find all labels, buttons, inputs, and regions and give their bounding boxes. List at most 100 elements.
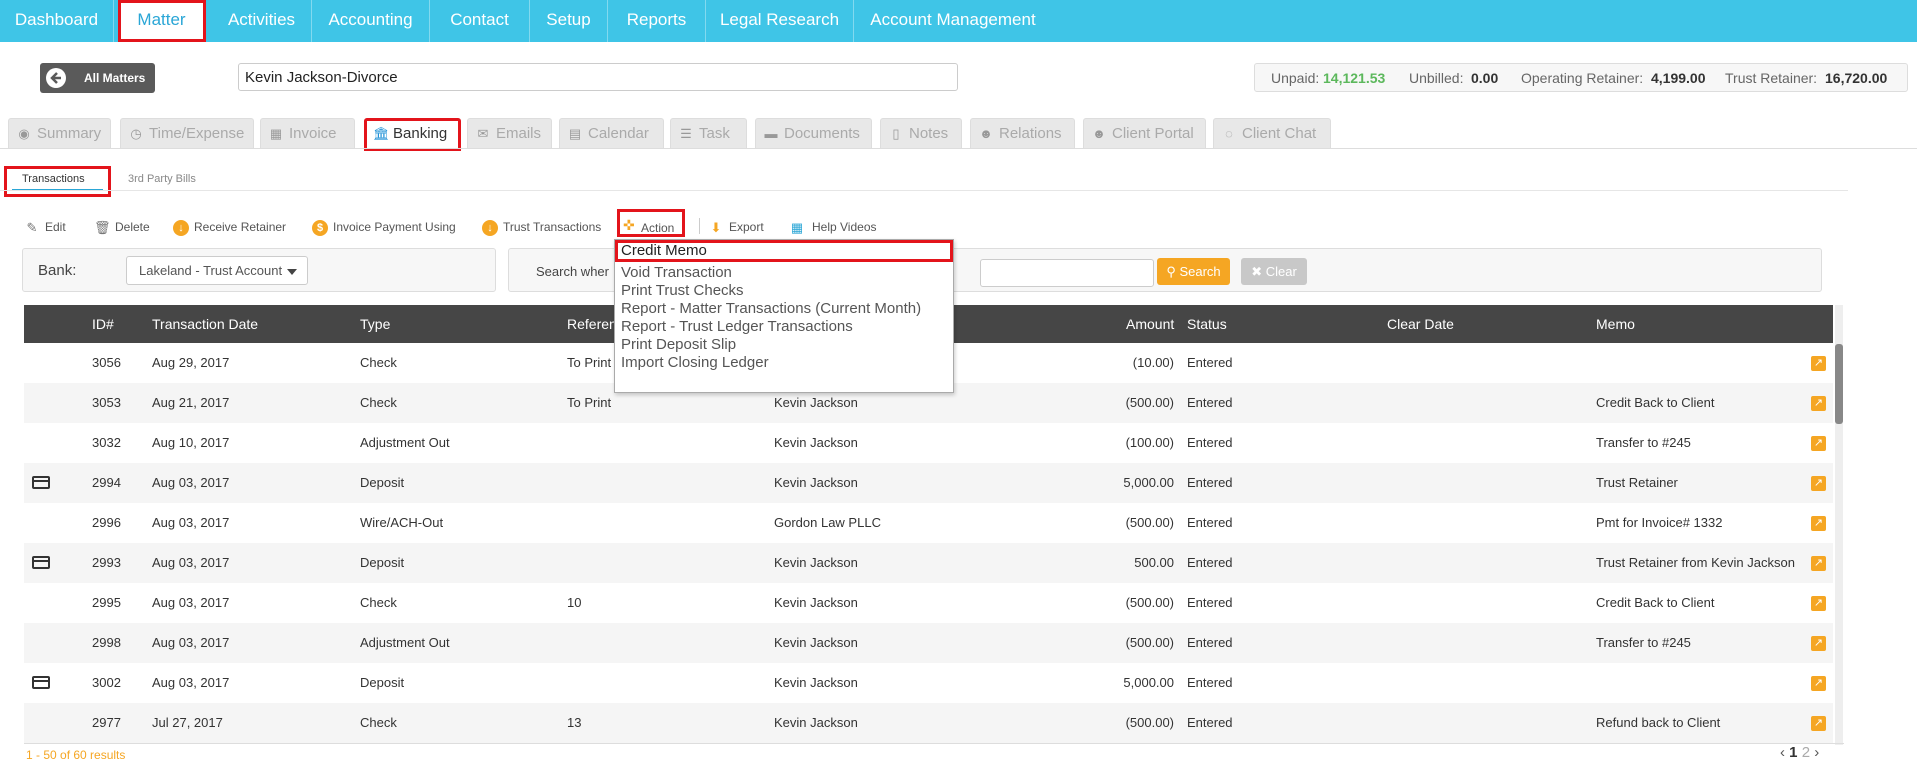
clear-button-label: Clear [1265, 264, 1297, 279]
tab-time-expense[interactable]: ◷ Time/Expense [120, 118, 254, 148]
external-link-icon[interactable]: ↗ [1811, 676, 1826, 691]
action-button[interactable]: ✜ Action [617, 209, 685, 237]
col-clear-date[interactable]: Clear Date [1387, 305, 1454, 343]
edit-button[interactable]: ✎ Edit [24, 217, 66, 237]
table-row[interactable]: 2994 Aug 03, 2017 Deposit Kevin Jackson 5,00… [24, 463, 1833, 503]
nav-reports[interactable]: Reports [608, 0, 706, 42]
cell-type: Check [360, 595, 397, 610]
external-link-icon[interactable]: ↗ [1811, 636, 1826, 651]
external-link-icon[interactable]: ↗ [1811, 476, 1826, 491]
cell-reference: 10 [567, 595, 582, 610]
external-link-icon[interactable]: ↗ [1811, 596, 1826, 611]
tab-notes[interactable]: ▯ Notes [880, 118, 962, 148]
chat-icon: ◌ [1225, 126, 1233, 141]
matter-name-field[interactable]: Kevin Jackson-Divorce [238, 63, 958, 91]
col-id[interactable]: ID# [92, 305, 114, 343]
nav-contact[interactable]: Contact [430, 0, 530, 42]
tab-relations[interactable]: ☻ Relations [970, 118, 1075, 148]
nav-setup[interactable]: Setup [530, 0, 608, 42]
external-link-icon[interactable]: ↗ [1811, 516, 1826, 531]
tab-banking[interactable]: 🏛 Banking [364, 118, 461, 151]
external-link-icon[interactable]: ↗ [1811, 716, 1826, 731]
cell-date: Aug 03, 2017 [152, 555, 230, 570]
action-dropdown-menu: Credit Memo Void Transaction Print Trust… [614, 239, 954, 393]
invoice-payment-button[interactable]: $ Invoice Payment Using [312, 217, 456, 237]
tab-summary[interactable]: ◉ Summary [8, 118, 111, 148]
tab-summary-label: Summary [37, 125, 102, 142]
next-page-icon[interactable]: › [1814, 744, 1819, 761]
nav-legal-research[interactable]: Legal Research [706, 0, 854, 42]
subtab-3rd-party-bills[interactable]: 3rd Party Bills [128, 173, 196, 185]
col-reference[interactable]: Referen [567, 305, 617, 343]
cell-status: Entered [1187, 475, 1233, 490]
page-next[interactable]: 2 [1802, 744, 1810, 761]
tab-client-chat[interactable]: ◌ Client Chat [1213, 118, 1331, 148]
cell-memo: Transfer to #245 [1596, 435, 1691, 450]
nav-matter[interactable]: Matter [118, 0, 206, 42]
nav-activities[interactable]: Activities [212, 0, 312, 42]
page-current[interactable]: 1 [1789, 744, 1797, 761]
external-link-icon[interactable]: ↗ [1811, 436, 1826, 451]
cell-date: Jul 27, 2017 [152, 715, 223, 730]
cell-amount: (500.00) [1125, 515, 1174, 530]
col-amount[interactable]: Amount [1126, 305, 1174, 343]
col-status[interactable]: Status [1187, 305, 1227, 343]
table-row[interactable]: 2995 Aug 03, 2017 Check 10 Kevin Jackson (500… [24, 583, 1833, 623]
cell-status: Entered [1187, 635, 1233, 650]
table-row[interactable]: 2977 Jul 27, 2017 Check 13 Kevin Jackson (500… [24, 703, 1833, 743]
external-link-icon[interactable]: ↗ [1811, 556, 1826, 571]
all-matters-button[interactable]: All Matters [40, 63, 155, 93]
tab-client-portal[interactable]: ☻ Client Portal [1083, 118, 1206, 148]
top-navigation: Dashboard Matter Activities Accounting C… [0, 0, 1917, 42]
balance-summary: Unpaid: 14,121.53 Unbilled: 0.00 Operati… [1254, 63, 1908, 92]
tab-task[interactable]: ☰ Task [670, 118, 747, 148]
col-type[interactable]: Type [360, 305, 390, 343]
cell-amount: 5,000.00 [1123, 675, 1174, 690]
tab-emails[interactable]: ✉ Emails [467, 118, 552, 148]
nav-account-management[interactable]: Account Management [854, 0, 1052, 42]
tab-calendar[interactable]: ▤ Calendar [559, 118, 664, 148]
cell-amount: (100.00) [1125, 435, 1174, 450]
table-row[interactable]: 3002 Aug 03, 2017 Deposit Kevin Jackson 5,00… [24, 663, 1833, 703]
delete-button[interactable]: 🗑 Delete [94, 217, 150, 237]
help-videos-label: Help Videos [812, 220, 877, 234]
calculator-icon: ▦ [269, 126, 283, 141]
cell-reference: 13 [567, 715, 582, 730]
cell-id: 2977 [92, 715, 121, 730]
external-link-icon[interactable]: ↗ [1811, 396, 1826, 411]
tab-invoice[interactable]: ▦ Invoice [260, 118, 355, 148]
col-transaction-date[interactable]: Transaction Date [152, 305, 258, 343]
tab-documents[interactable]: ▬ Documents [755, 118, 872, 148]
nav-accounting[interactable]: Accounting [312, 0, 430, 42]
tab-client-portal-label: Client Portal [1112, 125, 1194, 142]
bank-select[interactable]: Lakeland - Trust Account [126, 256, 308, 285]
cell-type: Check [360, 715, 397, 730]
export-button[interactable]: ⬇ Export [708, 217, 764, 237]
subtab-transactions[interactable]: Transactions [4, 166, 111, 197]
scrollbar-thumb[interactable] [1835, 344, 1843, 424]
cell-id: 3056 [92, 355, 121, 370]
cell-id: 2995 [92, 595, 121, 610]
cell-type: Check [360, 355, 397, 370]
user-group-icon: ☻ [1092, 126, 1106, 141]
search-button[interactable]: ⚲ Search [1157, 258, 1230, 285]
search-input[interactable] [980, 259, 1154, 287]
table-row[interactable]: 2993 Aug 03, 2017 Deposit Kevin Jackson 500.… [24, 543, 1833, 583]
col-memo[interactable]: Memo [1596, 305, 1635, 343]
trust-transactions-button[interactable]: ↓ Trust Transactions [482, 217, 601, 237]
menu-item-credit-memo[interactable]: Credit Memo [615, 240, 953, 262]
prev-page-icon[interactable]: ‹ [1780, 744, 1785, 761]
table-row[interactable]: 2998 Aug 03, 2017 Adjustment Out Kevin Jack… [24, 623, 1833, 663]
clear-button[interactable]: ✖ Clear [1241, 258, 1307, 285]
table-row[interactable]: 2996 Aug 03, 2017 Wire/ACH-Out Gordon Law P… [24, 503, 1833, 543]
help-videos-button[interactable]: ▦ Help Videos [787, 217, 877, 237]
nav-dashboard[interactable]: Dashboard [0, 0, 114, 42]
menu-item-import-closing-ledger[interactable]: Import Closing Ledger [621, 352, 769, 374]
tab-time-expense-label: Time/Expense [149, 125, 245, 142]
users-icon: ☻ [979, 126, 993, 141]
external-link-icon[interactable]: ↗ [1811, 356, 1826, 371]
cell-id: 3032 [92, 435, 121, 450]
receive-retainer-button[interactable]: ↓ Receive Retainer [173, 217, 286, 237]
table-row[interactable]: 3032 Aug 10, 2017 Adjustment Out Kevin Jack… [24, 423, 1833, 463]
cell-status: Entered [1187, 435, 1233, 450]
